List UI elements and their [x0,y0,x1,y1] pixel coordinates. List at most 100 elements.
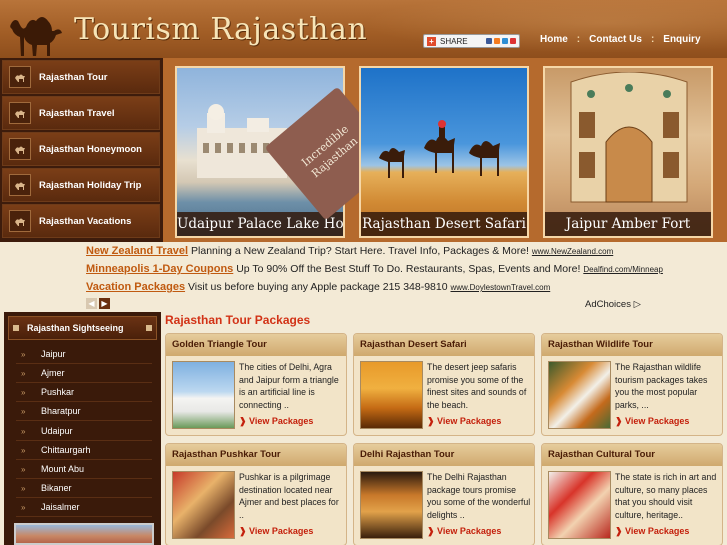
ad-nav: ◀ ▶ [86,298,110,309]
camel-icon [9,102,31,124]
camel-icon [9,66,31,88]
card-title[interactable]: Golden Triangle Tour [166,334,346,356]
sight-item-pushkar[interactable]: » Pushkar [16,383,152,402]
menu-item-rajasthan-travel[interactable]: Rajasthan Travel [2,96,160,130]
photo-caption: Rajasthan Desert Safari [361,212,527,236]
view-packages-link[interactable]: ❱ View Packages [427,526,501,537]
photo-caption: Udaipur Palace Lake Hotel [177,212,343,236]
sight-item-ajmer[interactable]: » Ajmer [16,364,152,383]
sightseeing-panel: Rajasthan Sightseeing » Jaipur » Ajmer » Pu… [4,312,161,545]
card-title[interactable]: Rajasthan Pushkar Tour [166,444,346,466]
sight-item-chittaurgarh[interactable]: » Chittaurgarh [16,441,152,460]
left-menu: Rajasthan Tour Rajasthan Travel Rajastha… [0,58,163,242]
photo-caption: Jaipur Amber Fort [545,212,711,236]
share-label: SHARE [440,36,468,46]
top-nav: Home : Contact Us : Enquiry [540,34,701,45]
next-arrow-icon[interactable]: ▶ [99,298,110,309]
ad-text: Planning a New Zealand Trip? Start Here.… [191,245,529,257]
camel-icon [9,138,31,160]
double-chevron-icon: » [21,445,26,455]
card-description: Pushkar is a pilgrimage destination loca… [239,472,339,520]
package-card-wildlife: Rajasthan Wildlife Tour The Rajasthan wi… [541,333,723,436]
ad-text: Visit us before buying any Apple package… [187,281,448,293]
sight-item-udaipur[interactable]: » Udaipur [16,422,152,441]
nav-separator: : [576,34,581,45]
ad-title-link[interactable]: Vacation Packages [86,281,185,293]
menu-item-label: Rajasthan Honeymoon [39,143,142,155]
card-title[interactable]: Rajasthan Wildlife Tour [542,334,722,356]
double-chevron-icon: » [21,387,26,397]
view-packages-link[interactable]: ❱ View Packages [239,526,313,537]
sight-item-jaipur[interactable]: » Jaipur [16,345,152,364]
fort-illustration [570,72,688,203]
tiger-thumbnail[interactable] [548,361,611,429]
adchoices-link[interactable]: AdChoices ▷ [585,299,641,310]
double-chevron-icon: » [21,426,26,436]
view-packages-link[interactable]: ❱ View Packages [615,416,689,427]
card-title[interactable]: Rajasthan Desert Safari [354,334,534,356]
ad-url-link[interactable]: Dealfind.com/Minneap [583,265,663,274]
card-description: The state is rich in art and culture, so… [615,472,717,520]
double-chevron-icon: » [21,502,26,512]
ad-url-link[interactable]: www.NewZealand.com [532,247,613,256]
nav-home[interactable]: Home [540,34,568,45]
view-packages-link[interactable]: ❱ View Packages [615,526,689,537]
sightseeing-header: Rajasthan Sightseeing [8,316,157,340]
double-chevron-icon: » [21,349,26,359]
cultural-dancer-thumbnail[interactable] [548,471,611,539]
ad-url-link[interactable]: www.DoylestownTravel.com [451,283,551,292]
menu-item-label: Rajasthan Vacations [39,215,132,227]
camels-illustration [379,120,500,178]
double-chevron-icon: » [21,406,26,416]
ad-text: Up To 90% Off the Best Stuff To Do. Rest… [236,263,581,275]
hawa-mahal-thumbnail[interactable] [14,523,154,545]
india-gate-thumbnail[interactable] [360,471,423,539]
social-icons [486,38,516,44]
camel-icon [9,174,31,196]
card-title[interactable]: Delhi Rajasthan Tour [354,444,534,466]
card-description: The desert jeep safaris promise you some… [427,362,527,410]
view-packages-link[interactable]: ❱ View Packages [427,416,501,427]
menu-item-rajasthan-holiday-trip[interactable]: Rajasthan Holiday Trip [2,168,160,202]
bullet-icon [13,325,19,331]
package-card-desert-safari: Rajasthan Desert Safari The desert jeep … [353,333,535,436]
menu-item-label: Rajasthan Tour [39,71,108,83]
sight-item-bharatpur[interactable]: » Bharatpur [16,402,152,421]
plus-icon: + [427,36,436,46]
bullet-icon [146,325,152,331]
ad-title-link[interactable]: Minneapolis 1-Day Coupons [86,263,233,275]
photo-desert-safari[interactable]: Rajasthan Desert Safari [359,66,529,238]
taj-mahal-thumbnail[interactable] [172,361,235,429]
package-card-delhi: Delhi Rajasthan Tour The Delhi Rajasthan… [353,443,535,545]
menu-item-rajasthan-vacations[interactable]: Rajasthan Vacations [2,204,160,238]
camel-icon [9,210,31,232]
card-description: The cities of Delhi, Agra and Jaipur for… [239,362,339,410]
packages-title: Rajasthan Tour Packages [165,313,311,327]
double-chevron-icon: » [21,483,26,493]
camel-logo-icon [10,17,62,56]
nav-contact-us[interactable]: Contact Us [589,34,642,45]
prev-arrow-icon[interactable]: ◀ [86,298,97,309]
sight-item-jaisalmer[interactable]: » Jaisalmer [16,498,152,517]
pushkar-fair-thumbnail[interactable] [172,471,235,539]
package-card-golden-triangle: Golden Triangle Tour The cities of Delhi… [165,333,347,436]
card-title[interactable]: Rajasthan Cultural Tour [542,444,722,466]
photo-amber-fort[interactable]: Jaipur Amber Fort [543,66,713,238]
card-description: The Delhi Rajasthan package tours promis… [427,472,531,520]
ad-title-link[interactable]: New Zealand Travel [86,245,188,257]
package-card-cultural: Rajasthan Cultural Tour The state is ric… [541,443,723,545]
nav-enquiry[interactable]: Enquiry [663,34,700,45]
adchoices-icon: ▷ [633,299,641,310]
menu-item-rajasthan-honeymoon[interactable]: Rajasthan Honeymoon [2,132,160,166]
sight-item-mount-abu[interactable]: » Mount Abu [16,460,152,479]
menu-item-label: Rajasthan Holiday Trip [39,179,142,191]
site-title: Tourism Rajasthan [74,12,368,47]
menu-item-label: Rajasthan Travel [39,107,115,119]
ad-new-zealand: New Zealand Travel Planning a New Zealan… [86,245,613,257]
share-button[interactable]: + SHARE [423,34,520,48]
view-packages-link[interactable]: ❱ View Packages [239,416,313,427]
menu-item-rajasthan-tour[interactable]: Rajasthan Tour [2,60,160,94]
nav-separator: : [650,34,655,45]
desert-camel-thumbnail[interactable] [360,361,423,429]
sight-item-bikaner[interactable]: » Bikaner [16,479,152,498]
